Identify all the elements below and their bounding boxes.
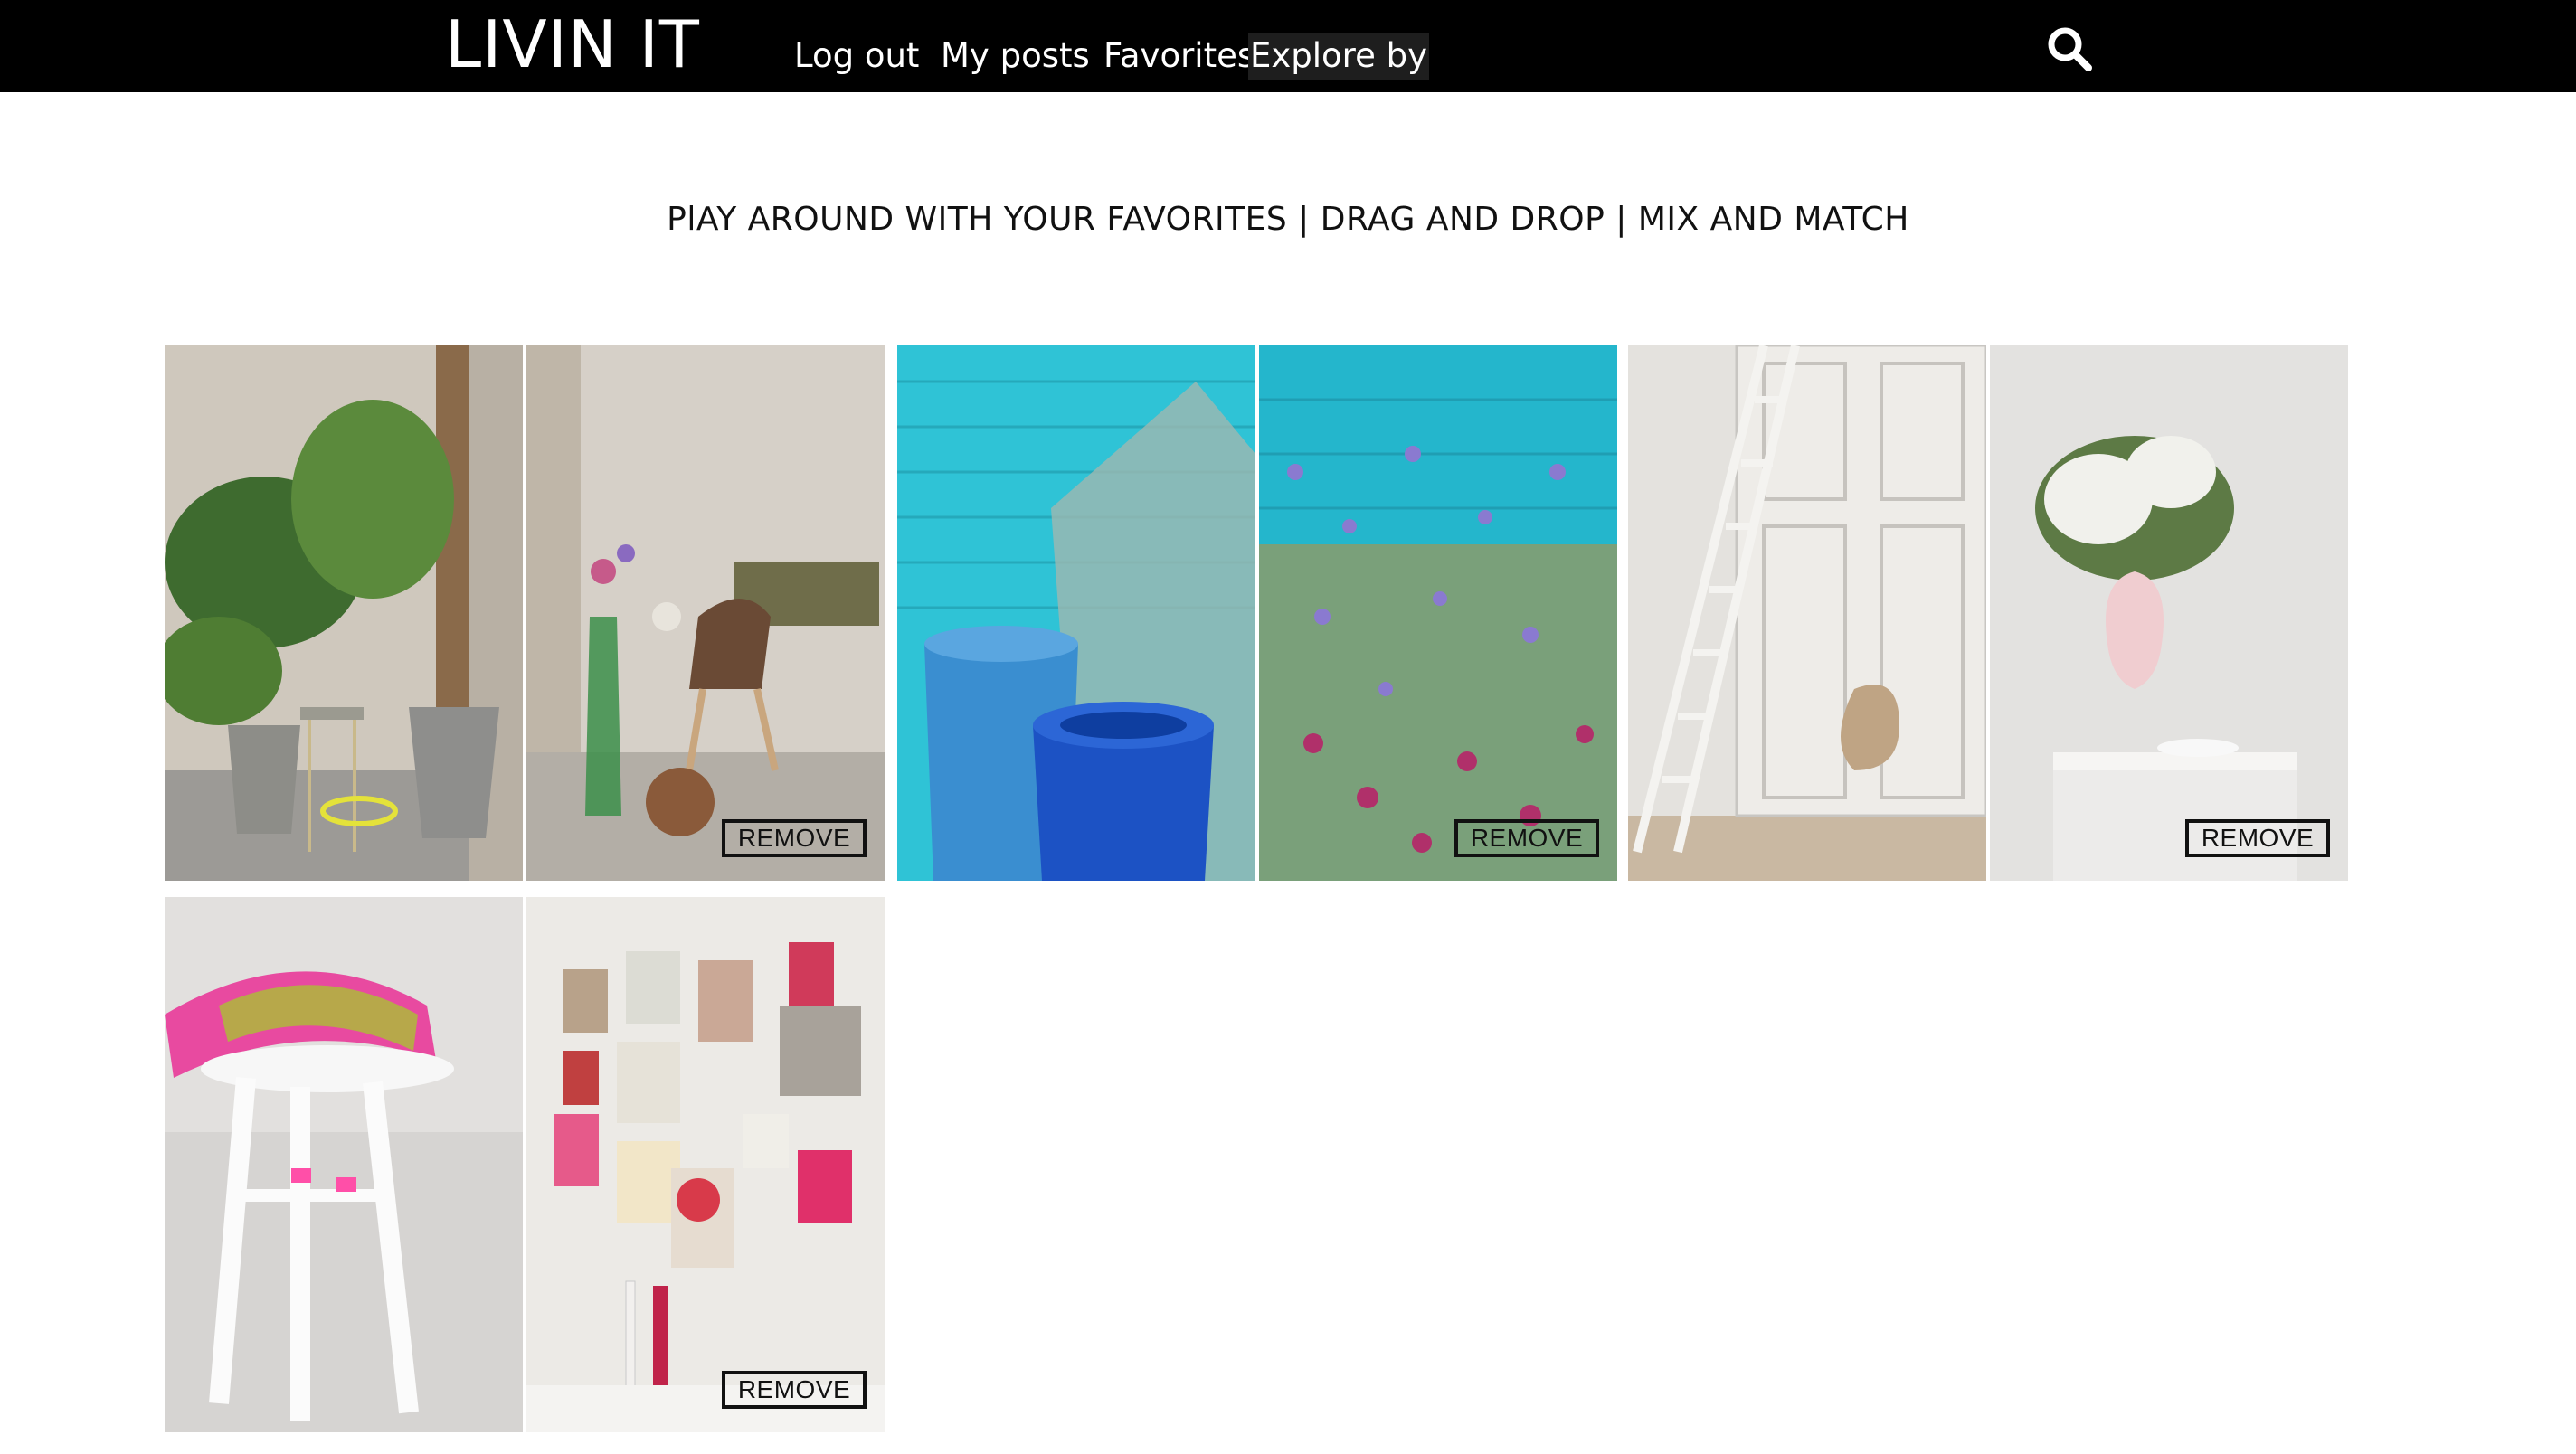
page-headline: PlAY AROUND WITH YOUR FAVORITES | DRAG A…	[667, 201, 1909, 238]
favorite-image-plants[interactable]	[165, 345, 523, 881]
favorite-image-moodboard[interactable]: REMOVE	[526, 897, 885, 1432]
favorite-image-vase[interactable]: REMOVE	[1990, 345, 2348, 881]
favorite-image-barrels[interactable]	[897, 345, 1255, 881]
nav-explore-by[interactable]: Explore by	[1248, 33, 1429, 80]
nav-log-out[interactable]: Log out	[794, 33, 919, 80]
wildflowers-photo	[1259, 345, 1617, 881]
remove-button[interactable]: REMOVE	[1454, 819, 1599, 857]
plants-photo	[165, 345, 523, 881]
barrels-photo	[897, 345, 1255, 881]
remove-button[interactable]: REMOVE	[2185, 819, 2330, 857]
vase-photo	[1990, 345, 2348, 881]
remove-button[interactable]: REMOVE	[722, 819, 867, 857]
search-icon	[2048, 27, 2092, 71]
nav-favorites[interactable]: Favorites	[1103, 33, 1255, 80]
favorite-image-stool[interactable]	[165, 897, 523, 1432]
cupboard-photo	[1628, 345, 1986, 881]
favorite-image-chair[interactable]: REMOVE	[526, 345, 885, 881]
moodboard-photo	[526, 897, 885, 1432]
search-button[interactable]	[2046, 25, 2093, 72]
favorite-image-cupboard[interactable]	[1628, 345, 1986, 881]
remove-button[interactable]: REMOVE	[722, 1371, 867, 1409]
stool-photo	[165, 897, 523, 1432]
site-logo[interactable]: LIVIN IT	[445, 5, 700, 83]
nav-my-posts[interactable]: My posts	[941, 33, 1090, 80]
favorite-image-wildflowers[interactable]: REMOVE	[1259, 345, 1617, 881]
top-nav-bar: LIVIN IT Log out My posts Favorites Expl…	[0, 0, 2576, 92]
chair-photo	[526, 345, 885, 881]
